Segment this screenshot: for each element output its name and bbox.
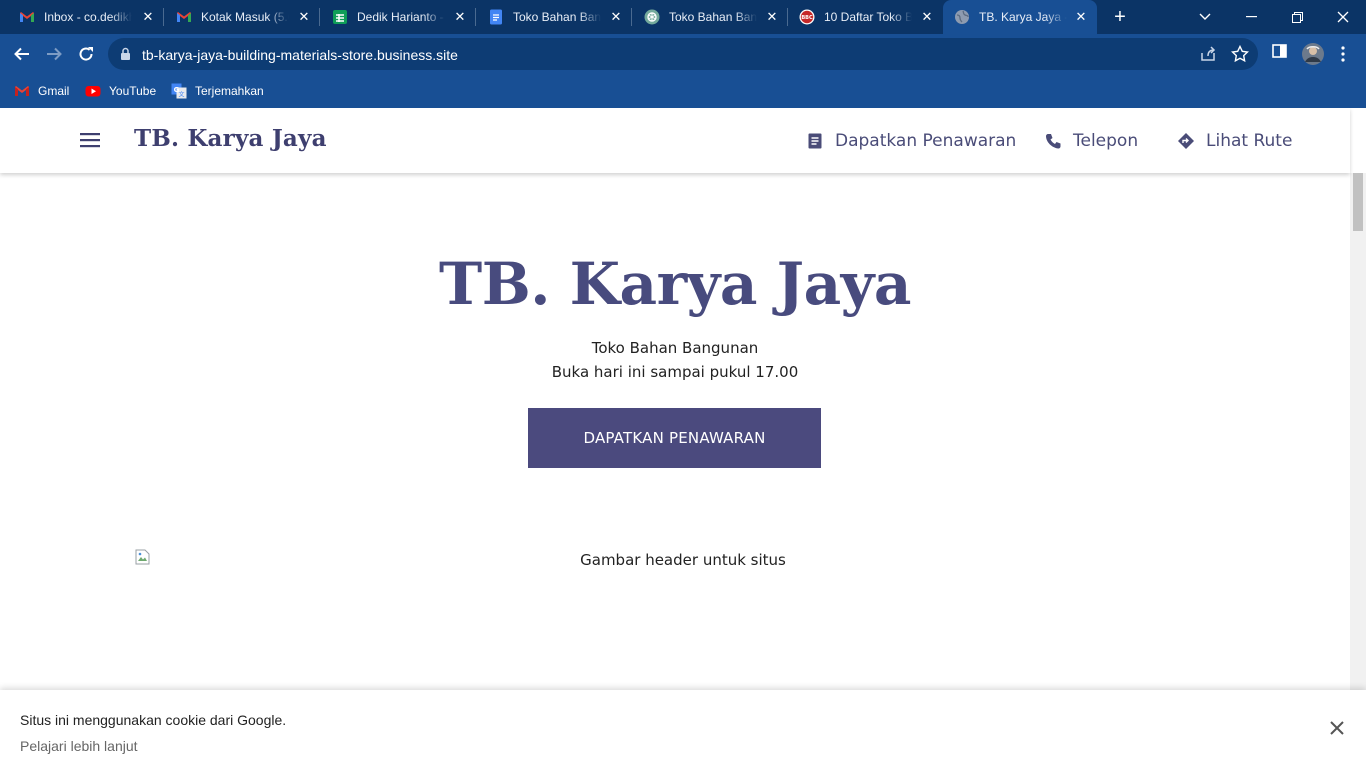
browser-tab-active[interactable]: TB. Karya Jaya - ✕ (943, 0, 1097, 34)
nav-label: Dapatkan Penawaran (835, 131, 1017, 151)
directions-icon (1178, 133, 1194, 149)
browser-tab[interactable]: Kotak Masuk (5.0 ✕ (164, 0, 320, 34)
share-icon[interactable] (1199, 45, 1217, 63)
tab-title: Toko Bahan Banc (669, 10, 757, 24)
scrollbar-thumb[interactable] (1353, 173, 1363, 231)
sheets-icon (333, 10, 347, 24)
gmail-icon (177, 12, 191, 22)
learn-more-link[interactable]: Pelajari lebih lanjut (20, 738, 138, 754)
more-menu-icon[interactable] (1341, 46, 1345, 62)
business-category: Toko Bahan Bangunan (591, 339, 759, 357)
form-icon (808, 133, 822, 149)
phone-icon (1046, 134, 1061, 149)
nav-label: Lihat Rute (1206, 131, 1293, 151)
browser-toolbar: tb-karya-jaya-building-materials-store.b… (0, 34, 1366, 74)
youtube-icon (85, 86, 101, 97)
tab-title: Dedik Harianto - (357, 10, 444, 24)
close-icon[interactable]: ✕ (764, 9, 780, 25)
hero-title: TB. Karya Jaya (439, 250, 911, 318)
star-icon[interactable] (1231, 45, 1249, 63)
close-icon[interactable]: ✕ (296, 9, 312, 25)
bookmarks-bar: Gmail YouTube G文 Terjemahkan (0, 74, 1366, 108)
nav-phone[interactable]: Telepon (1044, 129, 1138, 153)
restore-icon (1291, 11, 1303, 23)
cookie-banner: Situs ini menggunakan cookie dari Google… (0, 690, 1366, 768)
arrow-left-icon (14, 47, 29, 61)
new-tab-button[interactable]: + (1108, 5, 1132, 29)
gmail-icon (20, 12, 34, 22)
hamburger-menu-icon[interactable] (80, 132, 100, 148)
address-bar[interactable]: tb-karya-jaya-building-materials-store.b… (108, 38, 1258, 70)
url-text[interactable]: tb-karya-jaya-building-materials-store.b… (142, 47, 458, 63)
forward-button[interactable] (42, 42, 66, 66)
bookmark-translate[interactable]: G文 Terjemahkan (171, 82, 264, 100)
close-icon[interactable]: ✕ (452, 9, 468, 25)
browser-tab[interactable]: Dedik Harianto - ✕ (320, 0, 476, 34)
svg-text:文: 文 (178, 91, 184, 99)
minimize-icon (1245, 16, 1257, 18)
svg-text:BBC: BBC (801, 15, 813, 21)
close-icon (1337, 11, 1349, 23)
bookmark-label: Gmail (38, 84, 70, 98)
back-button[interactable] (10, 42, 34, 66)
chatgpt-icon (644, 9, 660, 25)
close-icon[interactable]: ✕ (140, 9, 156, 25)
translate-icon: G文 (171, 83, 187, 99)
browser-tab[interactable]: Toko Bahan Banc ✕ (476, 0, 632, 34)
browser-tab[interactable]: Inbox - co.dedikh ✕ (0, 0, 164, 34)
tab-strip: Inbox - co.dedikh ✕ Kotak Masuk (5.0 ✕ D… (0, 0, 1366, 34)
nav-get-quote[interactable]: Dapatkan Penawaran (806, 129, 1016, 153)
tab-title: Inbox - co.dedikh (44, 10, 132, 24)
opening-hours: Buka hari ini sampai pukul 17.00 (551, 363, 799, 381)
globe-icon (955, 10, 969, 24)
bookmark-youtube[interactable]: YouTube (85, 82, 156, 100)
chevron-down-icon (1199, 13, 1211, 20)
bookmark-gmail[interactable]: Gmail (14, 82, 69, 100)
close-window-button[interactable] (1320, 0, 1366, 34)
site-logo[interactable]: TB. Karya Jaya (134, 125, 327, 152)
site-header: TB. Karya Jaya Dapatkan Penawaran Telepo… (0, 108, 1350, 173)
get-quote-button[interactable]: DAPATKAN PENAWARAN (528, 408, 821, 468)
site-icon: BBC (799, 9, 815, 25)
docs-icon (490, 9, 502, 25)
reload-icon (79, 47, 93, 61)
scrollbar[interactable] (1350, 173, 1366, 768)
arrow-right-icon (47, 47, 62, 61)
bookmark-label: YouTube (109, 84, 157, 98)
tab-title: 10 Daftar Toko B (824, 10, 912, 24)
close-icon[interactable]: ✕ (1073, 9, 1089, 25)
close-icon[interactable]: ✕ (919, 9, 935, 25)
tab-title: Toko Bahan Banc (513, 10, 601, 24)
gmail-icon (15, 86, 29, 96)
nav-label: Telepon (1073, 131, 1139, 151)
nav-directions[interactable]: Lihat Rute (1177, 129, 1292, 153)
tab-search-button[interactable] (1182, 0, 1228, 34)
browser-tab[interactable]: Toko Bahan Banc ✕ (632, 0, 788, 34)
minimize-button[interactable] (1228, 0, 1274, 34)
web-page: TB. Karya Jaya Dapatkan Penawaran Telepo… (0, 108, 1366, 768)
tab-title: TB. Karya Jaya - (979, 10, 1067, 24)
reload-button[interactable] (74, 42, 98, 66)
lock-icon[interactable] (120, 47, 131, 61)
side-panel-icon[interactable] (1272, 44, 1287, 58)
close-icon[interactable]: ✕ (608, 9, 624, 25)
bookmark-label: Terjemahkan (195, 84, 264, 98)
restore-button[interactable] (1274, 0, 1320, 34)
cookie-message: Situs ini menggunakan cookie dari Google… (20, 712, 287, 728)
header-image-alt-text: Gambar header untuk situs (580, 551, 786, 569)
profile-avatar[interactable] (1301, 42, 1325, 66)
browser-tab[interactable]: BBC 10 Daftar Toko B ✕ (788, 0, 943, 34)
tab-title: Kotak Masuk (5.0 (201, 10, 289, 24)
close-icon[interactable] (1327, 718, 1347, 738)
